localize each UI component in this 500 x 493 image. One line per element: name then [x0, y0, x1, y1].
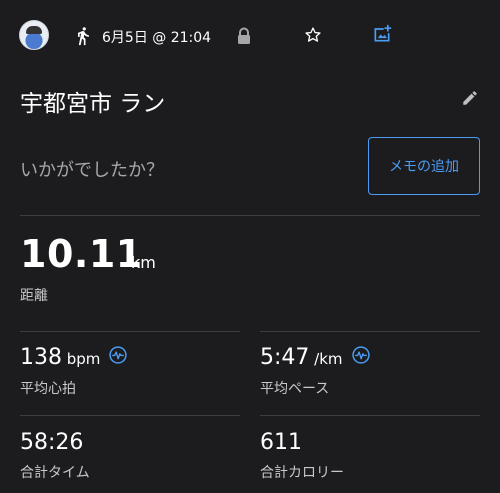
avg-heart-rate-unit: bpm [62, 350, 101, 368]
activity-title: 宇都宮市 ラン [20, 91, 166, 117]
add-memo-button[interactable]: メモの追加 [368, 137, 480, 195]
running-icon [78, 27, 89, 46]
avg-pace-value: 5:47 /km [260, 345, 343, 370]
avg-heart-rate-label: 平均心拍 [20, 381, 76, 397]
heart-rate-chart-icon[interactable] [108, 345, 128, 365]
divider [20, 331, 240, 332]
total-time-label: 合計タイム [20, 465, 90, 481]
divider [260, 415, 480, 416]
distance-unit: km [131, 253, 156, 272]
total-calories-value: 611 [260, 430, 302, 455]
avatar[interactable] [19, 20, 49, 50]
top-bar: 6月5日 @ 21:04 [0, 0, 500, 72]
edit-pencil-icon[interactable] [461, 89, 479, 107]
divider [20, 215, 480, 216]
divider [260, 331, 480, 332]
pace-chart-icon[interactable] [351, 345, 371, 365]
lock-icon[interactable] [236, 27, 252, 45]
activity-date: 6月5日 @ 21:04 [102, 30, 212, 46]
total-calories-label: 合計カロリー [260, 465, 344, 481]
distance-label: 距離 [20, 288, 48, 304]
how-was-it-prompt: いかがでしたか？ [20, 160, 164, 181]
divider [20, 415, 240, 416]
avg-pace-label: 平均ペース [260, 381, 330, 397]
add-photo-icon[interactable] [372, 24, 392, 44]
avg-pace-number: 5:47 [260, 345, 310, 370]
total-time-value: 58:26 [20, 430, 84, 455]
distance-value: 10.11 [20, 232, 143, 276]
avg-heart-rate-number: 138 [20, 345, 62, 370]
avg-pace-unit: /km [309, 350, 343, 368]
avg-heart-rate-value: 138 bpm [20, 345, 100, 370]
star-icon[interactable] [304, 26, 322, 44]
